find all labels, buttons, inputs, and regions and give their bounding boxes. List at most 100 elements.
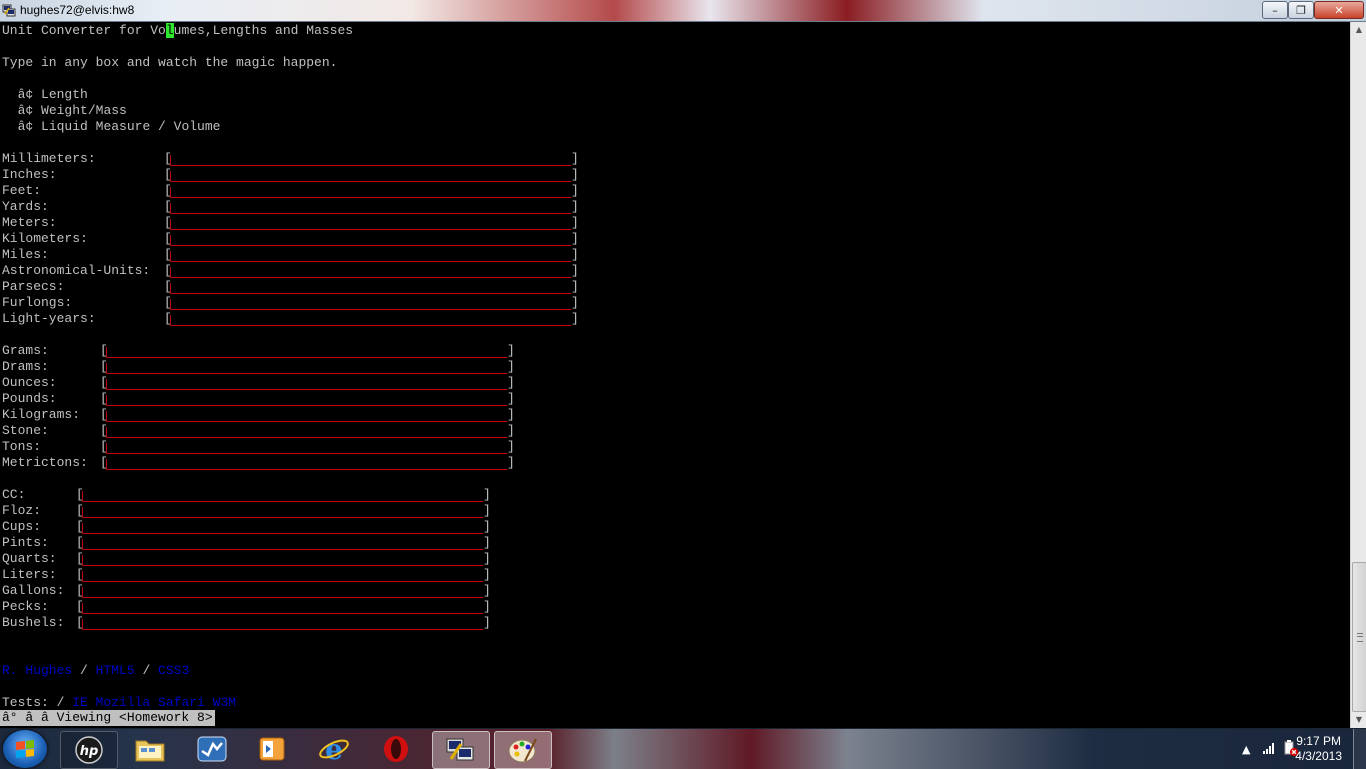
- bracket-right: ]: [571, 263, 579, 278]
- millimeters-input[interactable]: []: [164, 151, 579, 167]
- furlongs-input[interactable]: []: [164, 295, 579, 311]
- svg-text:hp: hp: [80, 744, 99, 759]
- input-underline: [82, 619, 483, 630]
- opera-icon: [384, 736, 408, 762]
- minimize-button[interactable]: –: [1262, 1, 1288, 19]
- kilometers-input[interactable]: []: [164, 231, 579, 247]
- network-signal-icon[interactable]: [1262, 741, 1276, 755]
- grams-label: Grams:: [2, 343, 49, 358]
- kilograms-input[interactable]: []: [100, 407, 515, 423]
- tests-links[interactable]: IE Mozilla Safari W3M: [72, 695, 236, 710]
- input-underline: [170, 235, 571, 246]
- bullet-liquid-volume[interactable]: â¢ Liquid Measure / Volume: [2, 119, 221, 135]
- terminal-content[interactable]: Unit Converter for Volumes,Lengths and M…: [0, 22, 1350, 728]
- bushels-label: Bushels:: [2, 615, 65, 630]
- bracket-right: ]: [571, 151, 579, 166]
- hp-app-button[interactable]: hp: [60, 731, 118, 769]
- clock-date: 4/3/2013: [1295, 749, 1342, 763]
- stone-input[interactable]: []: [100, 423, 515, 439]
- close-button[interactable]: ✕: [1314, 1, 1364, 19]
- pounds-input[interactable]: []: [100, 391, 515, 407]
- putty-taskbar-button[interactable]: [432, 731, 490, 769]
- windows-logo-icon: [16, 740, 34, 758]
- input-underline: [170, 203, 571, 214]
- maximize-button[interactable]: ❐: [1288, 1, 1314, 19]
- parsecs-label: Parsecs:: [2, 279, 65, 294]
- quarts-input[interactable]: []: [76, 551, 491, 567]
- show-desktop-button[interactable]: [1353, 729, 1366, 769]
- vertical-scrollbar[interactable]: ▲ ▼: [1350, 22, 1366, 728]
- bullet-length[interactable]: â¢ Length: [2, 87, 88, 103]
- gallons-input[interactable]: []: [76, 583, 491, 599]
- quarts-label: Quarts:: [2, 551, 57, 566]
- floz-input[interactable]: []: [76, 503, 491, 519]
- input-underline: [170, 267, 571, 278]
- system-tray: ▲ 9:17 PM 4/3/2013: [1196, 729, 1366, 769]
- input-underline: [170, 251, 571, 262]
- light-years-input[interactable]: []: [164, 311, 579, 327]
- inches-input[interactable]: []: [164, 167, 579, 183]
- hp-icon: hp: [75, 736, 103, 764]
- paint-button[interactable]: [494, 731, 552, 769]
- furlongs-label: Furlongs:: [2, 295, 73, 310]
- gallons-label: Gallons:: [2, 583, 65, 598]
- bracket-right: ]: [571, 183, 579, 198]
- window-title: hughes72@elvis:hw8: [20, 3, 135, 17]
- grip-icon: [1357, 633, 1363, 642]
- close-icon: ✕: [1334, 3, 1344, 17]
- astronomical-units-label: Astronomical-Units:: [2, 263, 151, 278]
- pints-input[interactable]: []: [76, 535, 491, 551]
- metrictons-input[interactable]: []: [100, 455, 515, 471]
- input-underline: [82, 571, 483, 582]
- bullet-label: Weight/Mass: [41, 103, 127, 118]
- clock-time: 9:17 PM: [1296, 734, 1341, 748]
- scrollbar-thumb[interactable]: [1352, 562, 1366, 712]
- bracket-right: ]: [571, 167, 579, 182]
- putty-icon: [2, 4, 16, 17]
- activity-app-button[interactable]: [184, 731, 240, 767]
- liters-input[interactable]: []: [76, 567, 491, 583]
- bushels-input[interactable]: []: [76, 615, 491, 631]
- scroll-up-icon[interactable]: ▲: [1351, 22, 1366, 38]
- ounces-input[interactable]: []: [100, 375, 515, 391]
- putty-icon: [446, 738, 474, 761]
- author-link[interactable]: R. Hughes: [2, 663, 72, 678]
- bracket-right: ]: [483, 599, 491, 614]
- drams-input[interactable]: []: [100, 359, 515, 375]
- parsecs-input[interactable]: []: [164, 279, 579, 295]
- clock[interactable]: 9:17 PM 4/3/2013: [1295, 734, 1342, 764]
- tons-input[interactable]: []: [100, 439, 515, 455]
- page-heading: Unit Converter for Volumes,Lengths and M…: [2, 23, 354, 38]
- meters-label: Meters:: [2, 215, 57, 230]
- grams-input[interactable]: []: [100, 343, 515, 359]
- bracket-right: ]: [483, 615, 491, 630]
- kilograms-label: Kilograms:: [2, 407, 81, 422]
- input-underline: [82, 523, 483, 534]
- html5-link[interactable]: HTML5: [96, 663, 135, 678]
- millimeters-label: Millimeters:: [2, 151, 96, 166]
- opera-button[interactable]: [368, 731, 424, 767]
- scroll-down-icon[interactable]: ▼: [1351, 712, 1366, 728]
- cc-input[interactable]: []: [76, 487, 491, 503]
- media-player-button[interactable]: [244, 731, 300, 767]
- feet-input[interactable]: []: [164, 183, 579, 199]
- miles-input[interactable]: []: [164, 247, 579, 263]
- show-hidden-icons-icon[interactable]: ▲: [1242, 743, 1250, 756]
- input-underline: [82, 507, 483, 518]
- explorer-button[interactable]: [122, 731, 178, 767]
- bullet-weight-mass[interactable]: â¢ Weight/Mass: [2, 103, 127, 119]
- pecks-input[interactable]: []: [76, 599, 491, 615]
- bracket-right: ]: [507, 423, 515, 438]
- tons-label: Tons:: [2, 439, 42, 454]
- feet-label: Feet:: [2, 183, 42, 198]
- meters-input[interactable]: []: [164, 215, 579, 231]
- start-button[interactable]: [3, 730, 47, 768]
- yards-input[interactable]: []: [164, 199, 579, 215]
- css3-link[interactable]: CSS3: [158, 663, 189, 678]
- stone-label: Stone:: [2, 423, 49, 438]
- astronomical-units-input[interactable]: []: [164, 263, 579, 279]
- tests-line: Tests: / IE Mozilla Safari W3M: [2, 695, 237, 710]
- internet-explorer-button[interactable]: e: [306, 731, 362, 767]
- window-title-bar[interactable]: hughes72@elvis:hw8 – ❐ ✕: [0, 0, 1366, 22]
- cups-input[interactable]: []: [76, 519, 491, 535]
